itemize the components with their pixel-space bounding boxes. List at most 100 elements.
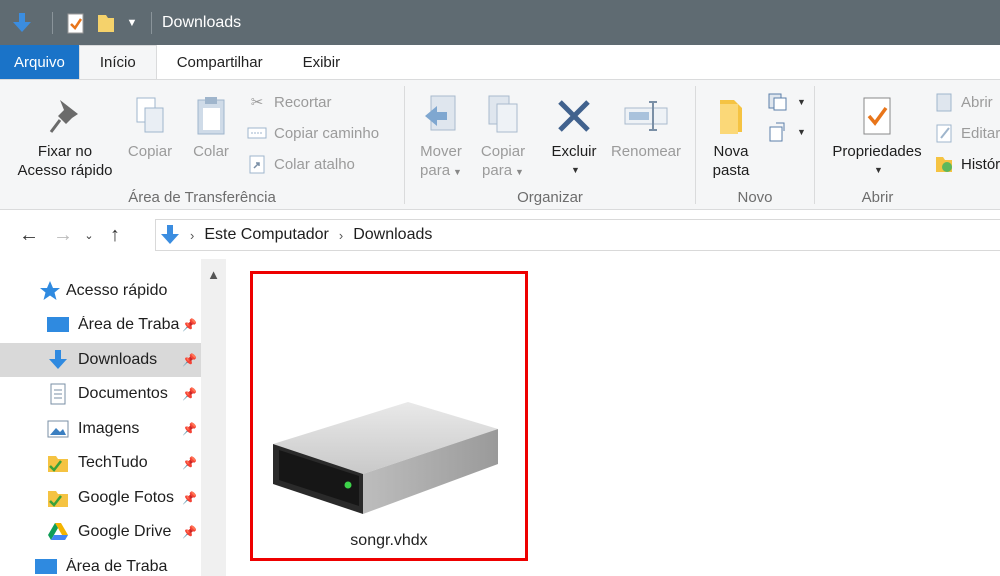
copy-path-label: Copiar caminho <box>274 124 380 142</box>
delete-button[interactable]: Excluir ▼ <box>545 90 603 180</box>
new-folder-quick-button[interactable] <box>91 0 121 45</box>
virtual-disk-icon <box>273 394 513 523</box>
pin-icon[interactable]: 📌 <box>182 318 197 332</box>
move-to-label-1: Mover <box>420 143 462 160</box>
chevron-down-icon: ▼ <box>515 167 524 177</box>
tab-arquivo[interactable]: Arquivo <box>0 45 79 79</box>
nav-quick-access-label: Acesso rápido <box>66 282 168 299</box>
chevron-down-icon: ▼ <box>797 127 806 137</box>
edit-label: Editar <box>961 124 1000 142</box>
new-item-dropdown[interactable]: ▼ <box>766 90 806 114</box>
pin-icon[interactable]: 📌 <box>182 525 197 539</box>
back-arrow-icon[interactable]: ← <box>12 218 46 252</box>
nav-item-google-fotos[interactable]: Google Fotos 📌 <box>0 481 201 515</box>
paste-shortcut-button[interactable]: Colar atalho <box>246 152 355 176</box>
star-icon <box>38 279 62 303</box>
desktop-icon <box>46 313 70 337</box>
address-bar[interactable]: › Este Computador › Downloads <box>155 219 1000 251</box>
copy-button[interactable]: Copiar <box>122 90 178 161</box>
download-arrow-icon <box>160 224 180 246</box>
tab-exibir[interactable]: Exibir <box>283 45 361 79</box>
nav-item-area-de-trabalho[interactable]: Área de Trabalho 📌 <box>0 308 201 342</box>
nav-item-label: TechTudo <box>78 454 148 471</box>
easy-access-dropdown[interactable]: ▼ <box>766 120 806 144</box>
nav-item-label: Downloads <box>78 351 158 368</box>
pin-icon[interactable]: 📌 <box>182 387 197 401</box>
paste-shortcut-icon <box>246 153 268 175</box>
nav-scrollbar[interactable]: ▲ <box>201 259 226 576</box>
ribbon-tabs: Arquivo Início Compartilhar Exibir <box>0 45 1000 79</box>
new-folder-label-1: Nova <box>713 143 749 160</box>
download-arrow-icon <box>46 348 70 372</box>
pin-icon[interactable]: 📌 <box>182 422 197 436</box>
properties-icon <box>821 90 933 142</box>
folder-check-icon <box>46 486 70 510</box>
pin-icon <box>10 90 120 142</box>
scissors-icon: ✂ <box>250 94 264 111</box>
toolbar-divider <box>151 11 152 34</box>
customize-toolbar-dropdown[interactable]: ▼ <box>121 0 143 45</box>
delete-label: Excluir <box>551 143 597 160</box>
move-to-button[interactable]: Mover para ▼ <box>413 90 469 182</box>
organize-group: Mover para ▼ Copiar para ▼ Excluir ▼ Renom… <box>405 80 695 210</box>
folder-check-icon <box>46 451 70 475</box>
pin-quick-access-button[interactable]: Fixar no Acesso rápido <box>10 90 120 180</box>
chevron-down-icon: ▼ <box>453 167 462 177</box>
nav-quick-access[interactable]: Acesso rápido <box>0 274 201 308</box>
chevron-down-icon: ▼ <box>797 97 806 107</box>
breadcrumb-chevron-icon[interactable]: › <box>190 228 194 243</box>
edit-button[interactable]: Editar <box>933 121 1000 145</box>
history-icon <box>933 153 955 175</box>
nav-item-imagens[interactable]: Imagens 📌 <box>0 412 201 446</box>
copy-path-button[interactable]: Copiar caminho <box>246 121 379 145</box>
paste-button[interactable]: Colar <box>186 90 236 161</box>
nav-item-label: Google Drive <box>78 523 172 540</box>
nav-item-area-de-trabalho-2[interactable]: Área de Trabalho <box>0 557 201 576</box>
pin-icon[interactable]: 📌 <box>182 353 197 367</box>
nav-item-downloads[interactable]: Downloads 📌 <box>0 343 201 377</box>
cut-button[interactable]: ✂ Recortar <box>246 90 332 114</box>
forward-arrow-icon[interactable]: → <box>46 218 80 252</box>
quick-access-toolbar: ▼ <box>0 0 160 45</box>
nav-item-documentos[interactable]: Documentos 📌 <box>0 377 201 411</box>
properties-quick-button[interactable] <box>61 0 91 45</box>
download-arrow-icon <box>0 0 44 45</box>
breadcrumb-chevron-icon[interactable]: › <box>339 228 343 243</box>
open-group: Propriedades ▼ Abrir Editar Histórico Ab… <box>815 80 1000 210</box>
up-arrow-icon[interactable]: ↑ <box>98 218 132 252</box>
copy-to-button[interactable]: Copiar para ▼ <box>475 90 531 182</box>
paste-shortcut-label: Colar atalho <box>274 155 355 173</box>
rename-label: Renomear <box>610 143 682 160</box>
pin-label-1: Fixar no <box>37 143 93 160</box>
move-to-label-2: para ▼ <box>413 161 469 182</box>
history-button[interactable]: Histórico <box>933 152 1000 176</box>
file-item[interactable]: songr.vhdx <box>250 271 528 561</box>
rename-button[interactable]: Renomear <box>605 90 687 161</box>
nav-item-label: Google Fotos <box>78 489 175 506</box>
move-to-label-2-text: para <box>420 162 451 179</box>
nav-item-google-drive[interactable]: Google Drive 📌 <box>0 515 201 549</box>
edit-icon <box>933 122 955 144</box>
copy-to-label-1: Copiar <box>480 143 526 160</box>
copy-to-label-2-text: para <box>482 162 513 179</box>
file-list: songr.vhdx <box>226 259 1000 576</box>
chevron-down-icon: ▼ <box>571 165 580 175</box>
new-folder-button[interactable]: Nova pasta <box>702 90 760 180</box>
properties-button[interactable]: Propriedades ▼ <box>821 90 933 180</box>
pin-icon[interactable]: 📌 <box>182 491 197 505</box>
copy-label: Copiar <box>127 143 173 160</box>
copy-path-icon <box>246 122 268 144</box>
breadcrumb-downloads[interactable]: Downloads <box>353 226 432 244</box>
nav-item-label: Área de Trabalho <box>78 316 180 333</box>
tab-inicio[interactable]: Início <box>78 45 157 79</box>
nav-item-label: Imagens <box>78 420 140 437</box>
scroll-up-icon[interactable]: ▲ <box>201 259 226 289</box>
tab-compartilhar[interactable]: Compartilhar <box>157 45 283 79</box>
pin-icon[interactable]: 📌 <box>182 456 197 470</box>
window-title: Downloads <box>162 13 242 31</box>
open-button[interactable]: Abrir <box>933 90 993 114</box>
nav-item-techtudo[interactable]: TechTudo 📌 <box>0 446 201 480</box>
rename-icon <box>605 90 687 142</box>
breadcrumb-este-computador[interactable]: Este Computador <box>204 226 329 244</box>
recent-locations-chevron-icon[interactable]: ⌄ <box>80 218 98 252</box>
